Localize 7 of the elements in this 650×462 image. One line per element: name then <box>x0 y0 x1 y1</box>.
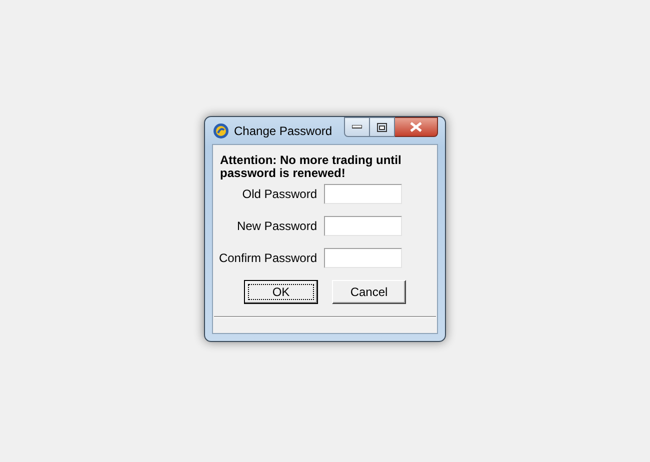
cancel-button[interactable]: Cancel <box>332 280 406 304</box>
window-title: Change Password <box>234 124 332 138</box>
attention-message: Attention: No more trading until password is renewed! <box>220 154 402 180</box>
field-label: New Password <box>236 219 317 233</box>
ok-button[interactable]: OK <box>244 280 318 304</box>
field-label: Confirm Password <box>218 251 317 265</box>
field-label: Old Password <box>242 187 317 201</box>
